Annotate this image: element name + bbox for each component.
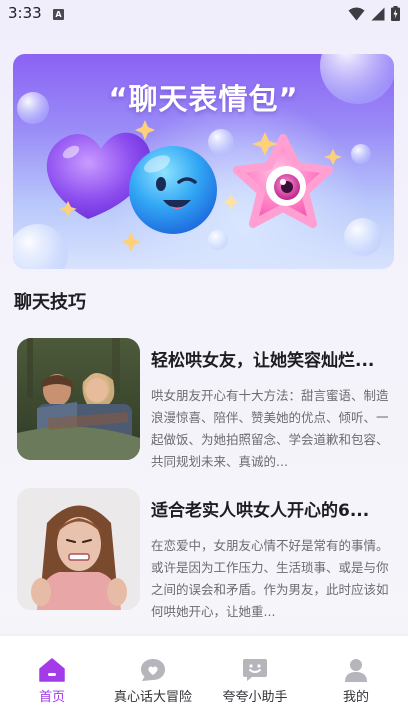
section-title: 聊天技巧 (14, 292, 86, 313)
battery-icon (391, 6, 400, 21)
article-thumbnail (17, 488, 140, 610)
sticker-banner[interactable]: “聊天表情包” (13, 54, 394, 269)
smile-chat-icon (243, 659, 267, 681)
bottom-navigation: 首页 真心话大冒险 夸夸小助手 我的 (0, 636, 408, 727)
banner-title: “聊天表情包” (108, 82, 299, 116)
nav-label: 夸夸小助手 (222, 690, 288, 705)
article-description: 哄女朋友开心有十大方法：甜言蜜语、制造浪漫惊喜、陪伴、赞美她的优点、倾听、一起做… (151, 388, 389, 469)
nav-item-truth-or-dare[interactable]: 真心话大冒险 (103, 658, 203, 705)
couple-photo (17, 338, 140, 460)
status-bar: 3:33 A (0, 0, 408, 28)
article-card[interactable]: 适合老实人哄女人开心的6... 在恋爱中，女朋友心情不好是常有的事情。或许是因为… (17, 488, 392, 619)
nav-label: 首页 (38, 690, 65, 705)
article-description: 在恋爱中，女朋友心情不好是常有的事情。或许是因为工作压力、生活琐事、或是与你之间… (151, 538, 389, 619)
nav-item-praise-helper[interactable]: 夸夸小助手 (205, 658, 305, 705)
article-title: 轻松哄女友，让她笑容灿烂... (151, 351, 375, 371)
frustrated-woman-photo (17, 488, 140, 610)
status-time: 3:33 (8, 4, 42, 22)
signal-icon (371, 7, 385, 20)
article-thumbnail (17, 338, 140, 460)
nav-item-mine[interactable]: 我的 (306, 658, 406, 705)
nav-label: 真心话大冒险 (113, 690, 192, 705)
wifi-icon (348, 7, 365, 20)
notification-a-icon: A (53, 9, 64, 20)
home-icon (39, 658, 65, 682)
nav-item-home[interactable]: 首页 (2, 658, 102, 705)
heart-chat-icon (141, 659, 165, 681)
article-card[interactable]: 轻松哄女友，让她笑容灿烂... 哄女朋友开心有十大方法：甜言蜜语、制造浪漫惊喜、… (17, 338, 392, 469)
article-title: 适合老实人哄女人开心的6... (151, 501, 370, 521)
user-icon (345, 659, 367, 682)
nav-label: 我的 (342, 690, 369, 705)
status-icons (348, 6, 400, 21)
